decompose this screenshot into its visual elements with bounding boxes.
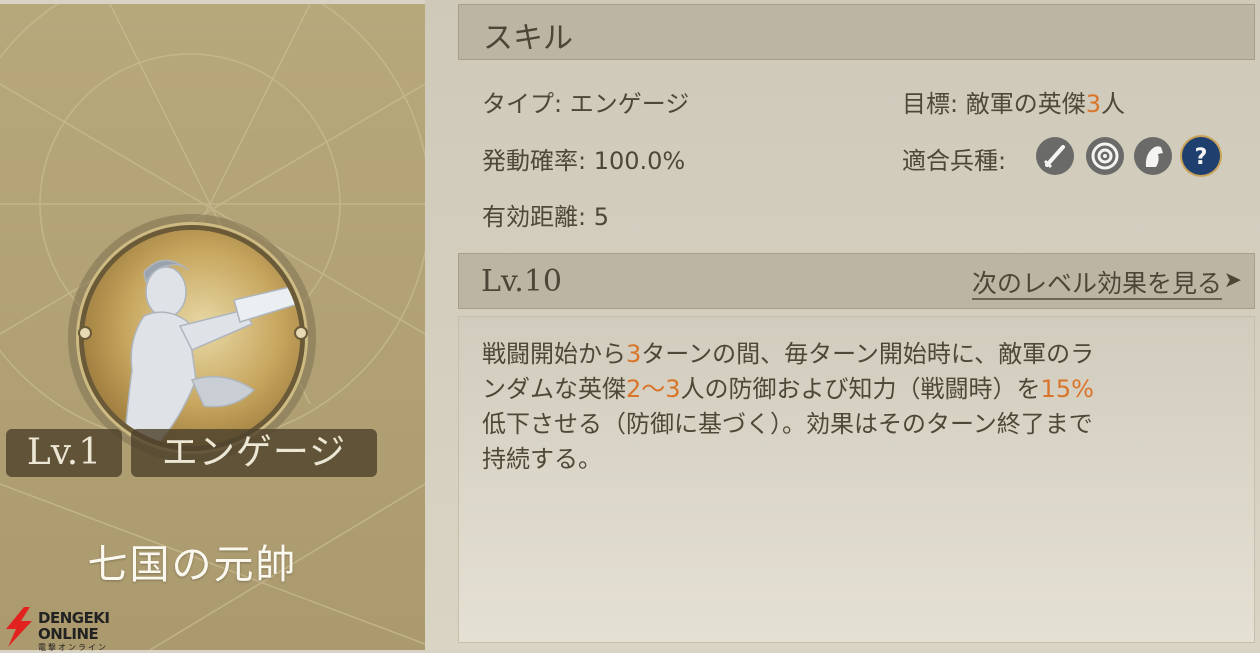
next-level-link[interactable]: 次のレベル効果を見る [972,264,1222,300]
dengeki-online-logo: DENGEKI ONLINE 電撃オンライン [0,605,130,652]
skill-name: 七国の元帥 [87,542,298,588]
ring-ornament-left [78,326,92,340]
skill-header-title: スキル [483,21,573,56]
sword-icon[interactable] [1036,137,1074,175]
target-count: 3 [1085,90,1101,118]
svg-text:?: ? [1195,145,1208,170]
skill-type-stat: タイプ: エンゲージ [482,90,690,118]
skill-header-bar: スキル [458,4,1255,60]
ring-ornament-right [294,326,308,340]
target-stat: 目標: 敵軍の英傑3人 [902,84,1125,119]
skill-level-badge: Lv.1 [6,429,122,477]
hero-portrait [84,230,300,446]
description-line: 低下させる（防御に基づく）。効果はそのターン終了まで [482,410,1093,438]
level-bar: Lv.10 次のレベル効果を見る ➤ [458,253,1255,309]
unit-types-label: 適合兵種: [902,147,1007,175]
target-prefix: 目標: 敵軍の英傑 [902,90,1086,118]
skill-type-badge: エンゲージ [131,429,377,477]
activation-rate-stat: 発動確率: 100.0% [482,147,686,175]
description-line: 持続する。 [482,445,602,473]
lightning-bolt-icon [6,607,32,647]
bow-target-icon[interactable] [1086,137,1124,175]
description-line: 戦闘開始から3ターンの間、毎ターン開始時に、敵軍のラ [482,340,1095,368]
horse-icon[interactable] [1134,137,1172,175]
skill-description: 戦闘開始から3ターンの間、毎ターン開始時に、敵軍のラ ンダムな英傑2～3人の防御… [482,337,1242,477]
arrow-right-icon[interactable]: ➤ [1224,268,1242,293]
watermark-line2: ONLINE [38,625,99,643]
target-suffix: 人 [1101,90,1125,118]
question-icon[interactable]: ? [1182,137,1220,175]
watermark-line3: 電撃オンライン [38,643,108,652]
current-level: Lv.10 [481,264,563,299]
description-line: ンダムな英傑2～3人の防御および知力（戦闘時）を15% [482,375,1094,403]
skill-card: Lv.1 エンゲージ 七国の元帥 [0,4,425,650]
effective-range-stat: 有効距離: 5 [482,203,609,231]
hero-silhouette-icon [123,259,299,446]
